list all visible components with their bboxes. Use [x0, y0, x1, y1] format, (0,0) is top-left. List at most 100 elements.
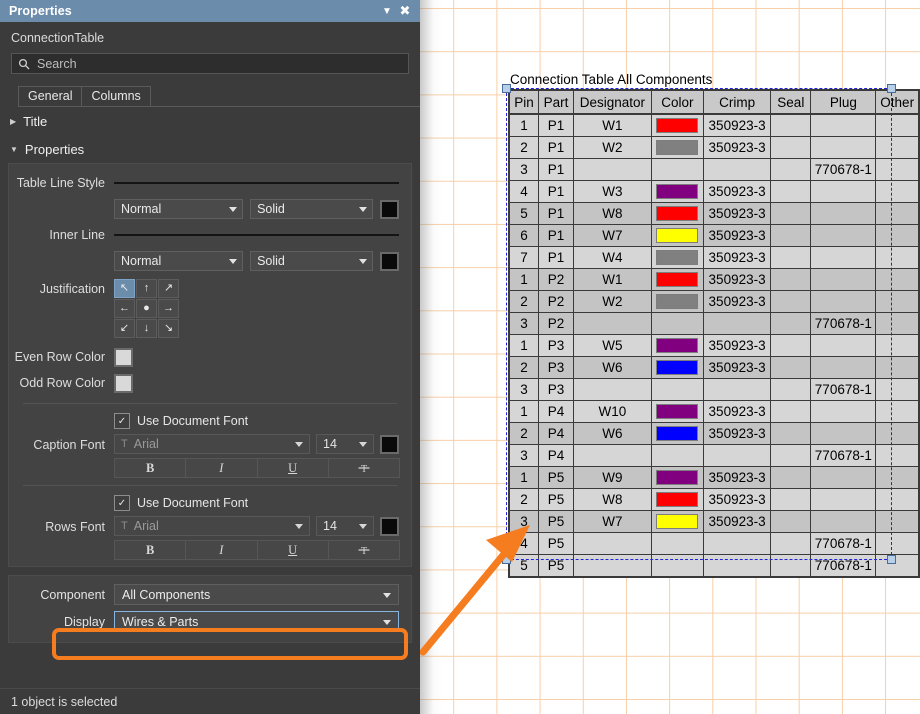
cell-crimp — [703, 533, 771, 555]
cell-other — [876, 114, 919, 137]
table-row[interactable]: 3P4770678-1 — [509, 445, 919, 467]
cell-seal — [771, 357, 811, 379]
cell-designator: W8 — [573, 203, 651, 225]
cell-designator — [573, 313, 651, 335]
caption-strikethrough-button[interactable]: T — [328, 458, 400, 478]
justification-middle-center[interactable]: ● — [136, 299, 157, 318]
inner-line-style-select[interactable]: Solid — [250, 251, 373, 271]
table-row[interactable]: 1P5W9350923-3 — [509, 467, 919, 489]
justification-top-right[interactable]: ↗ — [158, 279, 179, 298]
rows-font-family-select[interactable]: T Arial — [114, 516, 310, 536]
caption-font-family-select[interactable]: T Arial — [114, 434, 310, 454]
table-row[interactable]: 6P1W7350923-3 — [509, 225, 919, 247]
caption-bold-button[interactable]: B — [114, 458, 186, 478]
justification-middle-left[interactable]: ← — [114, 299, 135, 318]
column-header-seal: Seal — [771, 90, 811, 114]
cell-seal — [771, 114, 811, 137]
table-row[interactable]: 2P1W2350923-3 — [509, 137, 919, 159]
table-row[interactable]: 5P1W8350923-3 — [509, 203, 919, 225]
cell-crimp: 350923-3 — [703, 489, 771, 511]
cell-pin: 4 — [509, 181, 539, 203]
caption-underline-button[interactable]: U — [257, 458, 329, 478]
cell-pin: 2 — [509, 291, 539, 313]
rows-font-size-select[interactable]: 14 — [316, 516, 374, 536]
caption-use-document-font-row[interactable]: ✓ Use Document Font — [114, 411, 399, 431]
cell-pin: 7 — [509, 247, 539, 269]
table-row[interactable]: 3P1770678-1 — [509, 159, 919, 181]
cell-crimp — [703, 159, 771, 181]
even-row-color-button[interactable] — [114, 348, 133, 367]
rows-font-color-button[interactable] — [380, 517, 399, 536]
cell-part: P4 — [539, 445, 574, 467]
svg-text:T: T — [361, 546, 367, 557]
component-select[interactable]: All Components — [114, 584, 399, 605]
justification-top-center[interactable]: ↑ — [136, 279, 157, 298]
cell-designator — [573, 159, 651, 181]
table-row[interactable]: 4P1W3350923-3 — [509, 181, 919, 203]
cell-designator: W1 — [573, 114, 651, 137]
justification-bottom-right[interactable]: ↘ — [158, 319, 179, 338]
table-line-color-button[interactable] — [380, 200, 399, 219]
rows-bold-button[interactable]: B — [114, 540, 186, 560]
search-input[interactable]: Search — [11, 53, 409, 74]
table-row[interactable]: 3P2770678-1 — [509, 313, 919, 335]
table-row[interactable]: 2P5W8350923-3 — [509, 489, 919, 511]
rows-italic-button[interactable]: I — [185, 540, 257, 560]
table-row[interactable]: 1P3W5350923-3 — [509, 335, 919, 357]
display-select[interactable]: Wires & Parts — [114, 611, 399, 632]
table-row[interactable]: 2P2W2350923-3 — [509, 291, 919, 313]
cell-pin: 1 — [509, 269, 539, 291]
connection-table-object[interactable]: Connection Table All Components Pin Part… — [508, 72, 920, 578]
table-row[interactable]: 3P5W7350923-3 — [509, 511, 919, 533]
table-row[interactable]: 5P5770678-1 — [509, 555, 919, 578]
table-row[interactable]: 4P5770678-1 — [509, 533, 919, 555]
caption-font-color-button[interactable] — [380, 435, 399, 454]
table-row[interactable]: 2P3W6350923-3 — [509, 357, 919, 379]
rows-underline-button[interactable]: U — [257, 540, 329, 560]
tab-columns[interactable]: Columns — [81, 86, 150, 106]
component-value: All Components — [122, 588, 210, 602]
table-line-style-select[interactable]: Solid — [250, 199, 373, 219]
table-row[interactable]: 7P1W4350923-3 — [509, 247, 919, 269]
color-swatch — [656, 228, 698, 243]
inner-line-weight-select[interactable]: Normal — [114, 251, 243, 271]
tab-general[interactable]: General — [18, 86, 82, 106]
section-header-title[interactable]: ▶ Title — [0, 107, 420, 135]
table-line-weight-select[interactable]: Normal — [114, 199, 243, 219]
cell-designator: W2 — [573, 137, 651, 159]
section-header-properties[interactable]: ▼ Properties — [0, 135, 420, 163]
cell-seal — [771, 159, 811, 181]
chevron-down-icon[interactable]: ▼ — [378, 2, 396, 20]
table-row[interactable]: 1P1W1350923-3 — [509, 114, 919, 137]
color-swatch — [656, 294, 698, 309]
checkbox-rows-use-document-font[interactable]: ✓ — [114, 495, 130, 511]
justification-pad[interactable]: ↖↑↗ ←●→ ↙↓↘ — [114, 279, 179, 338]
odd-row-color-button[interactable] — [114, 374, 133, 393]
justification-bottom-left[interactable]: ↙ — [114, 319, 135, 338]
cell-other — [876, 401, 919, 423]
table-row[interactable]: 2P4W6350923-3 — [509, 423, 919, 445]
table-row[interactable]: 1P4W10350923-3 — [509, 401, 919, 423]
justification-bottom-center[interactable]: ↓ — [136, 319, 157, 338]
cell-color — [651, 379, 703, 401]
justification-top-left[interactable]: ↖ — [114, 279, 135, 298]
justification-middle-right[interactable]: → — [158, 299, 179, 318]
cell-part: P5 — [539, 489, 574, 511]
cell-plug — [811, 489, 876, 511]
row-justification: Justification ↖↑↗←●→↙↓↘ — [9, 278, 411, 339]
caption-italic-button[interactable]: I — [185, 458, 257, 478]
inner-line-color-button[interactable] — [380, 252, 399, 271]
table-row[interactable]: 1P2W1350923-3 — [509, 269, 919, 291]
cell-pin: 3 — [509, 313, 539, 335]
checkbox-caption-use-document-font[interactable]: ✓ — [114, 413, 130, 429]
close-icon[interactable]: ✖ — [396, 2, 414, 20]
rows-strikethrough-button[interactable]: T — [328, 540, 400, 560]
chevron-down-icon-caption-size — [359, 442, 367, 447]
color-swatch — [656, 206, 698, 221]
table-row[interactable]: 3P3770678-1 — [509, 379, 919, 401]
label-rows-use-document-font: Use Document Font — [137, 496, 248, 510]
section-label-title: Title — [23, 114, 47, 129]
cell-seal — [771, 313, 811, 335]
rows-use-document-font-row[interactable]: ✓ Use Document Font — [114, 493, 399, 513]
caption-font-size-select[interactable]: 14 — [316, 434, 374, 454]
